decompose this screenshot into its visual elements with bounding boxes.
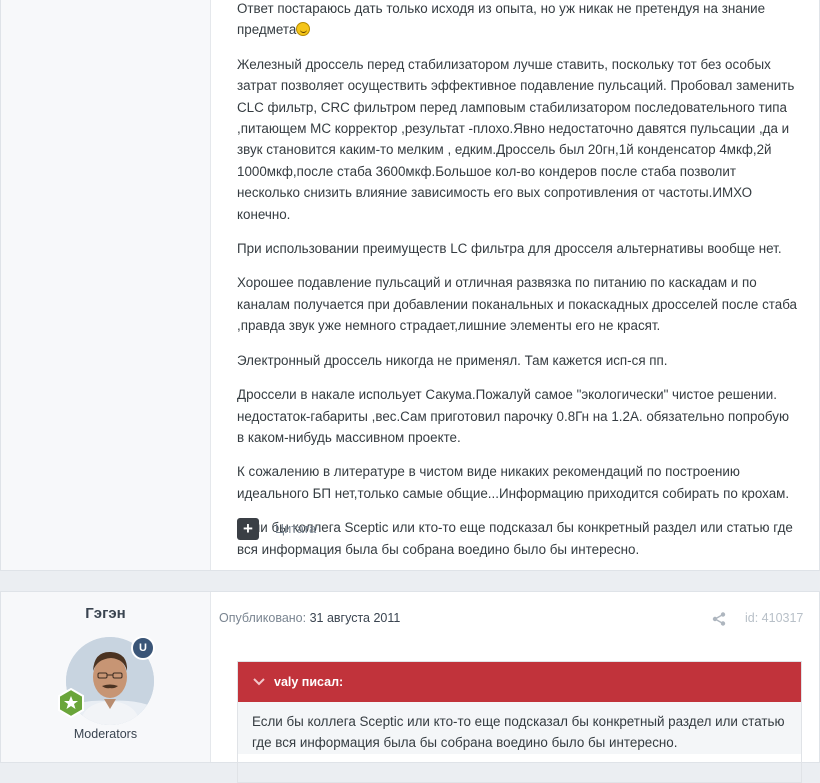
- author-column: [1, 0, 211, 570]
- post-paragraph: Если бы коллега Sceptic или кто-то еще п…: [237, 520, 793, 557]
- post-id-link[interactable]: id: 410317: [745, 611, 803, 625]
- quote-header[interactable]: valy писал:: [238, 662, 801, 702]
- post-paragraph: При использовании преимуществ LC фильтра…: [237, 241, 782, 257]
- post-content: Ответ постараюсь дать только исходя из о…: [237, 0, 797, 573]
- post-previous: Ответ постараюсь дать только исходя из о…: [0, 0, 820, 571]
- quote-text: Если бы коллега Sceptic или кто-то еще п…: [238, 702, 801, 754]
- chevron-down-icon: [253, 678, 265, 686]
- grinning-smiley-icon: [296, 22, 311, 37]
- author-column: Гэгэн U Moderators: [1, 592, 211, 762]
- moderator-shield-icon: U: [131, 636, 155, 660]
- published-label: Опубликовано:: [219, 611, 310, 625]
- post-paragraph: Дроссели в накале испольует Сакума.Пожал…: [237, 387, 789, 445]
- post-reply: Гэгэн U Moderators Опубликовано: 31 авгу…: [0, 591, 820, 783]
- share-icon[interactable]: [712, 612, 726, 626]
- post-paragraph: Железный дроссель перед стабилизатором л…: [237, 56, 795, 222]
- post-paragraph: Ответ постараюсь дать только исходя из о…: [237, 1, 766, 38]
- published-date[interactable]: 31 августа 2011: [310, 611, 401, 625]
- post-actions: + Цитата: [237, 517, 316, 541]
- post-date: Опубликовано: 31 августа 2011: [219, 611, 400, 625]
- post-paragraph: Хорошее подавление пульсаций и отличная …: [237, 275, 798, 334]
- star-badge-icon: [58, 688, 84, 718]
- quote-button[interactable]: Цитата: [275, 522, 316, 536]
- quote-author: valy писал:: [274, 675, 344, 689]
- multiquote-plus-button[interactable]: +: [237, 518, 259, 540]
- author-name[interactable]: Гэгэн: [1, 605, 210, 622]
- post-paragraph: К сожалению в литературе в чистом виде н…: [237, 464, 790, 501]
- post-paragraph: Электронный дроссель никогда не применял…: [237, 352, 668, 368]
- quote-block: valy писал: Если бы коллега Sceptic или …: [237, 661, 802, 783]
- user-group: Moderators: [73, 727, 138, 741]
